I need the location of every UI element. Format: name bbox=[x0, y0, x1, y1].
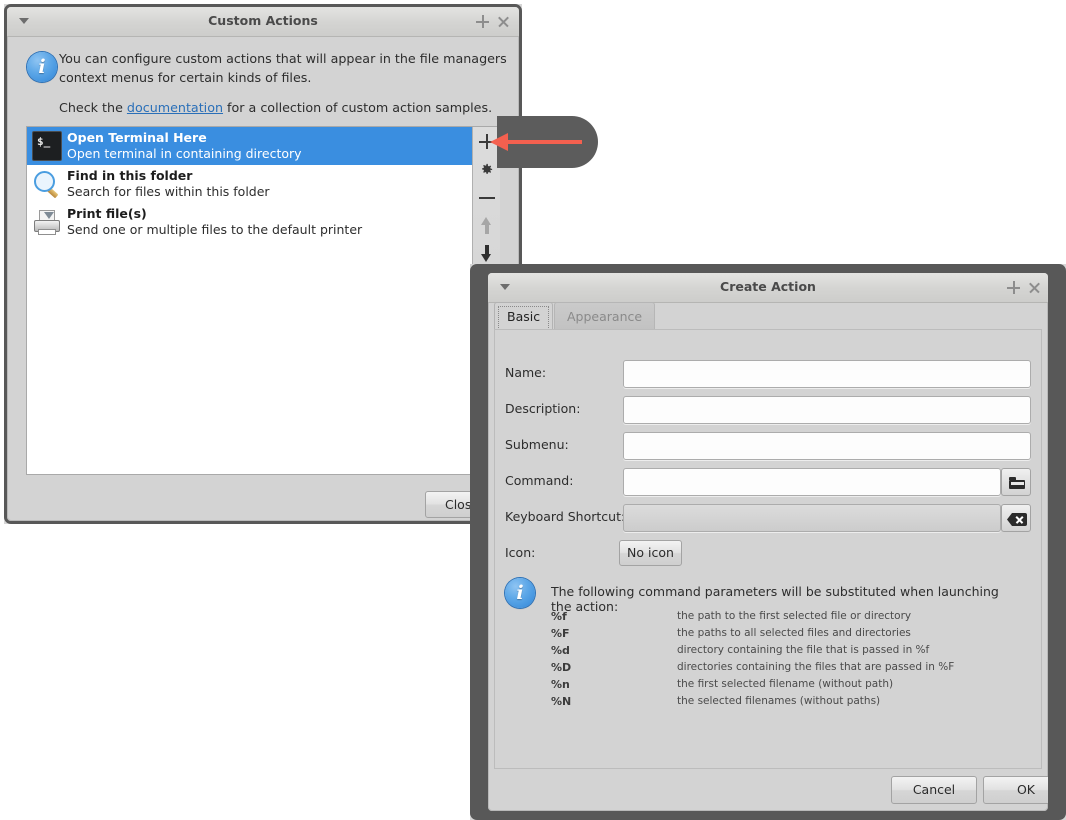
move-up-button[interactable] bbox=[473, 211, 500, 239]
parameter-key: %N bbox=[551, 695, 571, 708]
list-item-description: Open terminal in containing directory bbox=[67, 146, 302, 161]
submenu-field-row: Submenu: bbox=[495, 432, 1043, 460]
name-field-row: Name: bbox=[495, 360, 1043, 388]
table-row: %D directories containing the files that… bbox=[551, 661, 1031, 678]
tab-appearance-conditions[interactable]: Appearance Conditions bbox=[554, 302, 655, 330]
folder-icon bbox=[1009, 477, 1025, 489]
documentation-link[interactable]: documentation bbox=[127, 100, 223, 115]
list-item-title: Print file(s) bbox=[67, 206, 147, 221]
terminal-icon: $_ bbox=[32, 131, 62, 161]
move-down-button[interactable] bbox=[473, 239, 500, 267]
basic-tab-panel: Name: Description: Submenu: Command: bbox=[494, 329, 1042, 769]
info-icon-glyph: i bbox=[505, 582, 535, 604]
arrow-down-icon bbox=[481, 245, 492, 262]
table-row: %n the first selected filename (without … bbox=[551, 678, 1031, 695]
actions-list-container: $_ Open Terminal Here Open terminal in c… bbox=[27, 127, 499, 474]
command-field-label: Command: bbox=[505, 473, 573, 488]
submenu-input[interactable] bbox=[623, 432, 1031, 460]
documentation-line: Check the documentation for a collection… bbox=[59, 100, 511, 115]
table-row: %F the paths to all selected files and d… bbox=[551, 627, 1031, 644]
parameter-meaning: the selected filenames (without paths) bbox=[677, 695, 880, 707]
ok-button[interactable]: OK bbox=[983, 776, 1048, 804]
name-input[interactable] bbox=[623, 360, 1031, 388]
parameter-key: %f bbox=[551, 610, 567, 623]
gear-icon bbox=[479, 162, 494, 177]
parameter-meaning: directories containing the files that ar… bbox=[677, 661, 954, 673]
parameter-key: %d bbox=[551, 644, 570, 657]
tab-basic[interactable]: Basic bbox=[494, 302, 553, 330]
annotation-red-arrow bbox=[490, 132, 582, 152]
command-browse-button[interactable] bbox=[1001, 468, 1031, 496]
list-item-title: Find in this folder bbox=[67, 168, 192, 183]
custom-actions-window: Custom Actions i You can configure custo… bbox=[4, 4, 522, 524]
documentation-suffix: for a collection of custom action sample… bbox=[223, 100, 492, 115]
icon-field-label: Icon: bbox=[505, 545, 535, 560]
keyboard-shortcut-clear-button[interactable] bbox=[1001, 504, 1031, 532]
table-row: %d directory containing the file that is… bbox=[551, 644, 1031, 661]
titlebar-close-icon[interactable] bbox=[1027, 280, 1042, 295]
create-action-titlebar[interactable]: Create Action bbox=[488, 273, 1048, 303]
actions-list[interactable]: $_ Open Terminal Here Open terminal in c… bbox=[27, 127, 472, 474]
titlebar-plus-icon[interactable] bbox=[1006, 280, 1021, 295]
command-input[interactable] bbox=[623, 468, 1001, 496]
parameter-meaning: the first selected filename (without pat… bbox=[677, 678, 893, 690]
documentation-prefix: Check the bbox=[59, 100, 127, 115]
table-row: %f the path to the first selected file o… bbox=[551, 610, 1031, 627]
edit-action-button[interactable] bbox=[473, 155, 500, 183]
arrow-up-icon bbox=[481, 217, 492, 234]
info-icon: i bbox=[505, 578, 535, 608]
titlebar-plus-icon[interactable] bbox=[475, 14, 490, 29]
create-action-window-body: Create Action Basic Appearance Condition… bbox=[488, 273, 1048, 811]
keyboard-shortcut-field-label: Keyboard Shortcut: bbox=[505, 509, 625, 524]
remove-action-button[interactable] bbox=[473, 183, 500, 211]
table-row: %N the selected filenames (without paths… bbox=[551, 695, 1031, 712]
keyboard-shortcut-input[interactable] bbox=[623, 504, 1001, 532]
choose-icon-button[interactable]: No icon bbox=[619, 540, 682, 566]
description-input[interactable] bbox=[623, 396, 1031, 424]
description-field-row: Description: bbox=[495, 396, 1043, 424]
parameter-key: %F bbox=[551, 627, 570, 640]
create-action-title: Create Action bbox=[488, 279, 1048, 294]
list-item[interactable]: Find in this folder Search for files wit… bbox=[27, 165, 472, 203]
icon-field-row: Icon: No icon bbox=[495, 540, 1043, 568]
command-field-row: Command: bbox=[495, 468, 1043, 496]
list-item-description: Send one or multiple files to the defaul… bbox=[67, 222, 362, 237]
titlebar-close-icon[interactable] bbox=[496, 14, 511, 29]
list-item-description: Search for files within this folder bbox=[67, 184, 270, 199]
parameter-meaning: the path to the first selected file or d… bbox=[677, 610, 911, 622]
info-icon: i bbox=[27, 52, 57, 82]
create-action-window: Create Action Basic Appearance Condition… bbox=[470, 264, 1066, 820]
backspace-clear-icon bbox=[1007, 513, 1027, 526]
submenu-field-label: Submenu: bbox=[505, 437, 569, 452]
list-item[interactable]: $_ Open Terminal Here Open terminal in c… bbox=[27, 127, 472, 165]
description-field-label: Description: bbox=[505, 401, 580, 416]
list-item-title: Open Terminal Here bbox=[67, 130, 207, 145]
list-item[interactable]: Print file(s) Send one or multiple files… bbox=[27, 203, 472, 241]
custom-actions-titlebar[interactable]: Custom Actions bbox=[7, 7, 519, 37]
info-icon-glyph: i bbox=[27, 56, 57, 78]
keyboard-shortcut-field-row: Keyboard Shortcut: bbox=[495, 504, 1043, 532]
custom-actions-window-body: Custom Actions i You can configure custo… bbox=[7, 7, 519, 521]
parameter-key: %n bbox=[551, 678, 570, 691]
name-field-label: Name: bbox=[505, 365, 546, 380]
parameter-meaning: directory containing the file that is pa… bbox=[677, 644, 929, 656]
custom-actions-title: Custom Actions bbox=[7, 13, 519, 28]
parameter-key: %D bbox=[551, 661, 571, 674]
cancel-button[interactable]: Cancel bbox=[891, 776, 977, 804]
printer-icon bbox=[32, 207, 62, 237]
parameter-meaning: the paths to all selected files and dire… bbox=[677, 627, 911, 639]
custom-actions-info-text: You can configure custom actions that wi… bbox=[59, 49, 511, 87]
magnifier-icon bbox=[32, 169, 62, 199]
